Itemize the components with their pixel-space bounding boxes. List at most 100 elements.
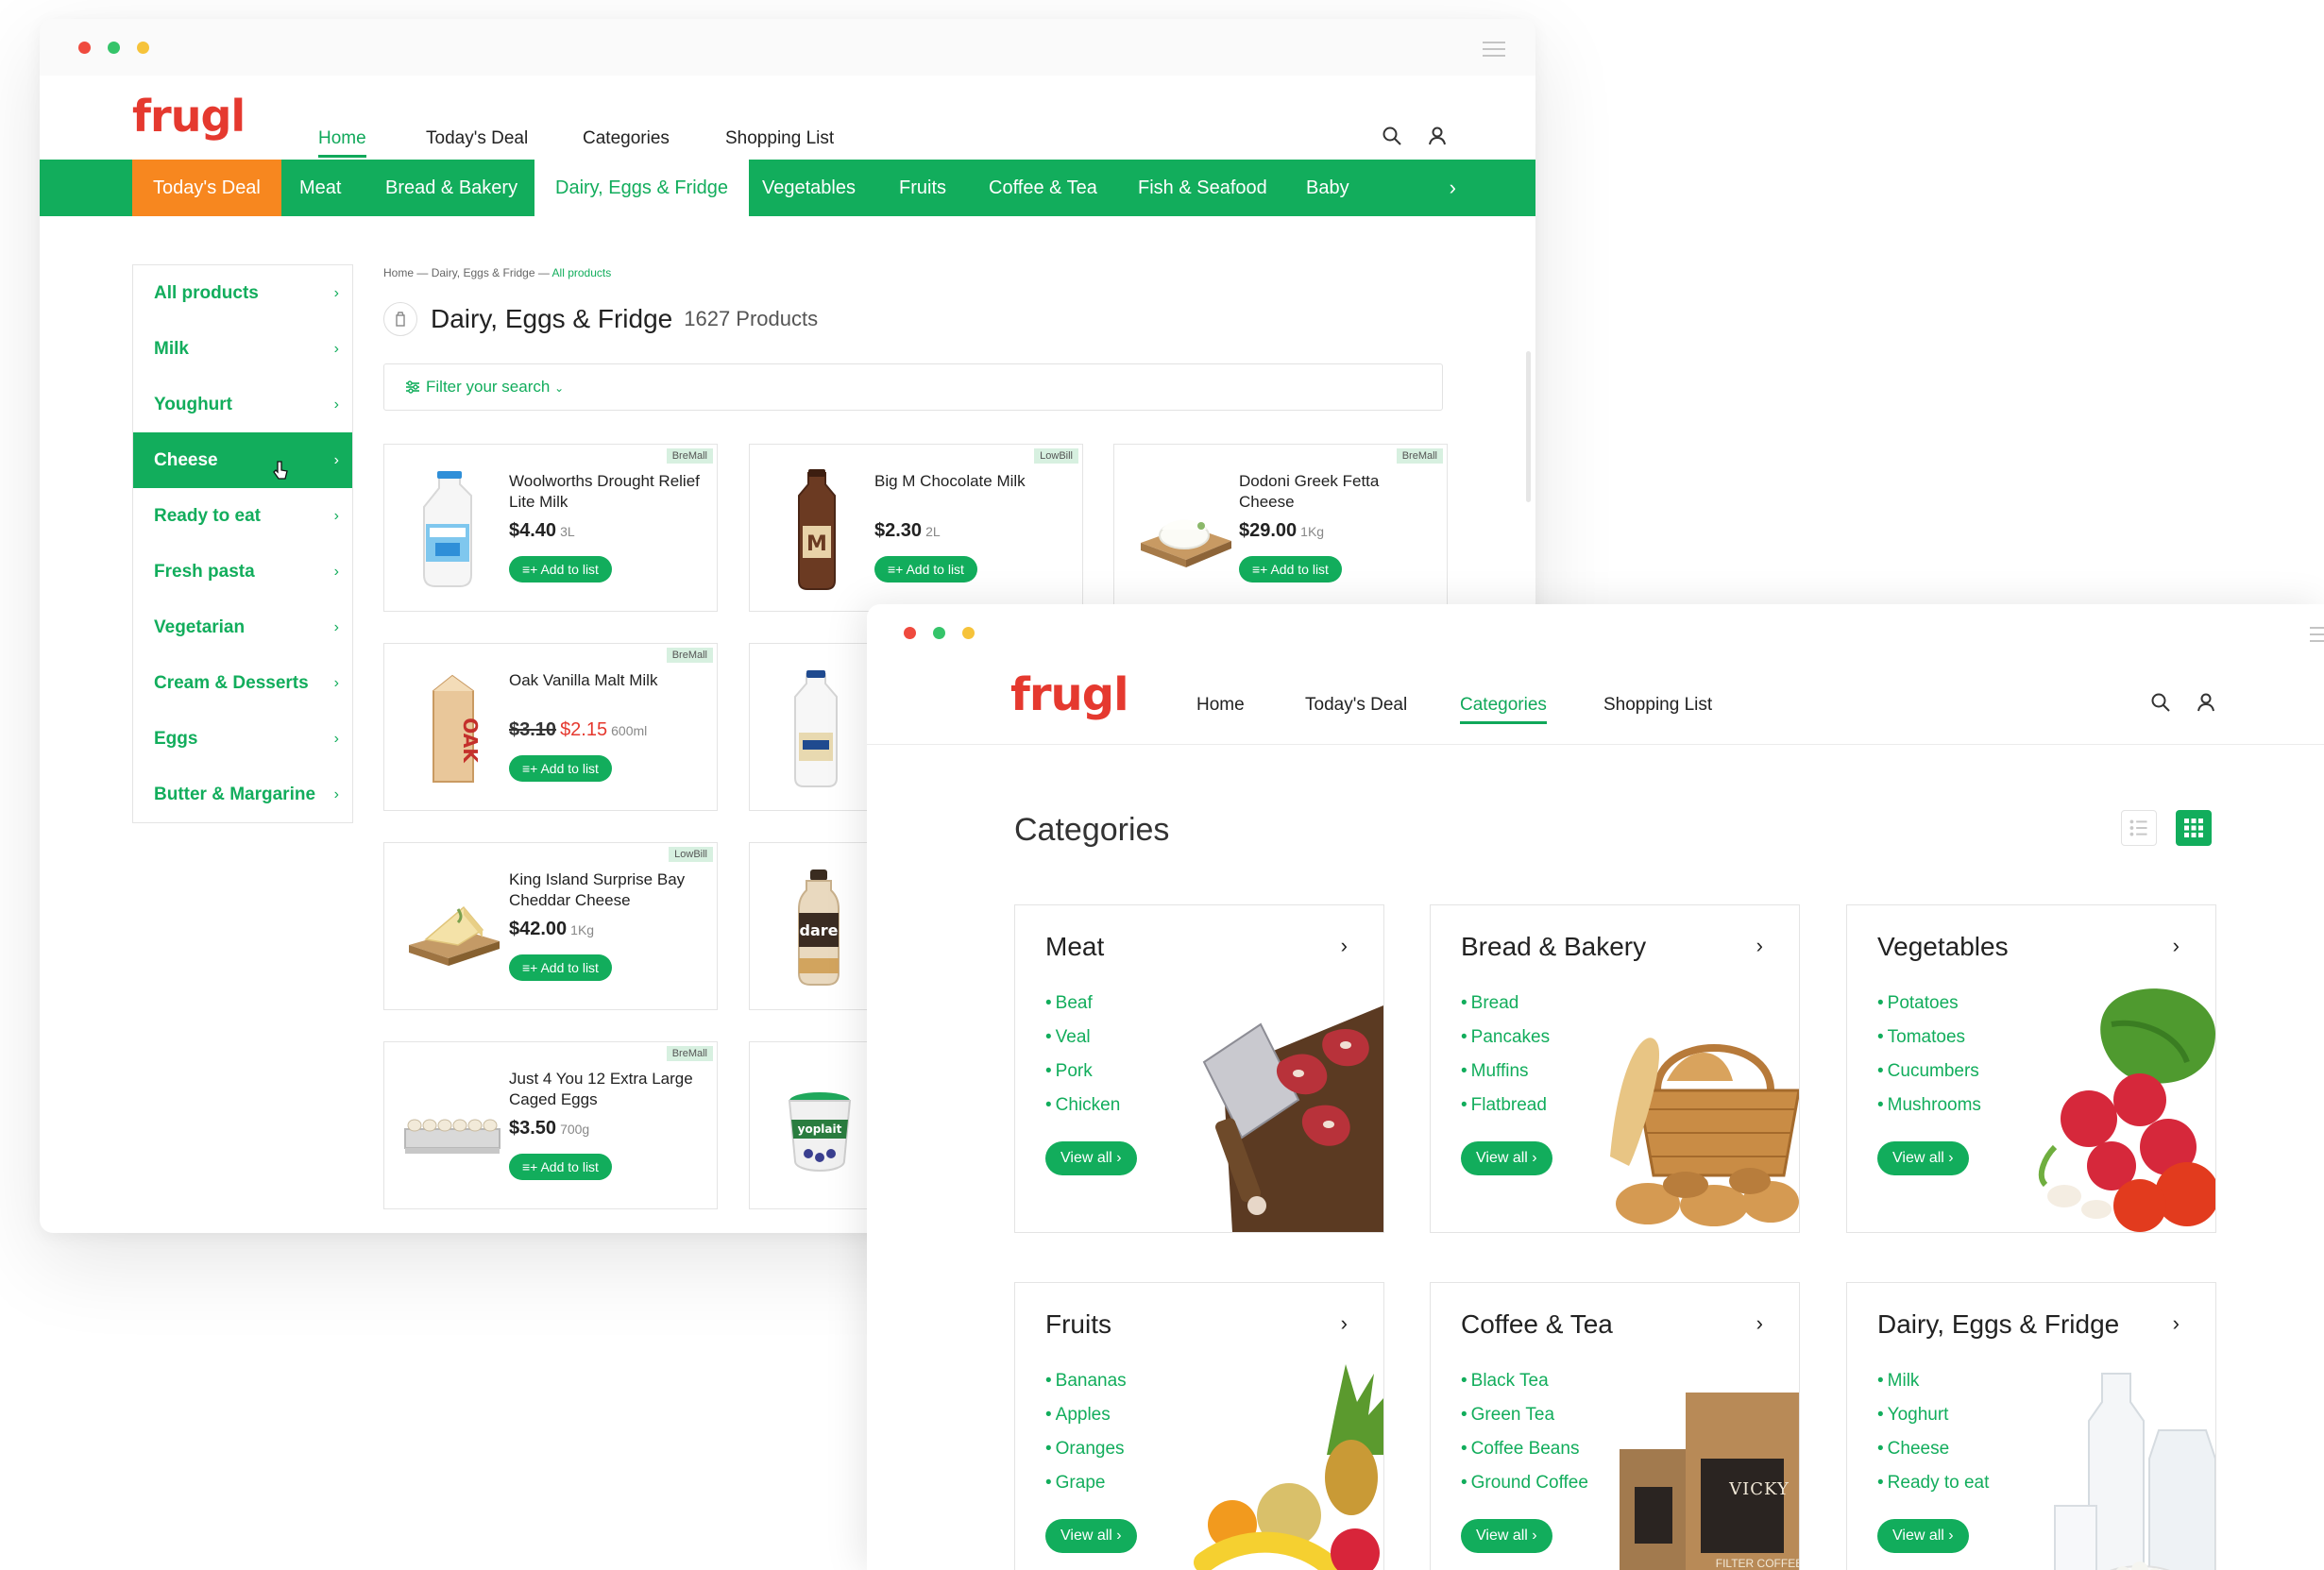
sidebar-item-eggs[interactable]: Eggs › (133, 711, 352, 767)
sidebar-item-vegetarian[interactable]: Vegetarian › (133, 599, 352, 655)
product-card[interactable]: BreMall Dodoni Greek Fetta Cheese $29.00… (1113, 444, 1448, 612)
subcategory-link[interactable]: Black Tea (1461, 1364, 1588, 1398)
chevron-right-icon[interactable]: › (1450, 160, 1456, 216)
user-icon[interactable] (1426, 125, 1449, 147)
product-name[interactable]: King Island Surprise Bay Cheddar Cheese (509, 869, 704, 911)
product-name[interactable]: Big M Chocolate Milk (874, 471, 1069, 492)
breadcrumb-section[interactable]: Dairy, Eggs & Fridge (432, 266, 535, 279)
add-to-list-button[interactable]: ≡+ Add to list (509, 954, 612, 981)
add-to-list-button[interactable]: ≡+ Add to list (509, 556, 612, 582)
nav-todays-deal[interactable]: Today's Deal (426, 128, 528, 149)
minimize-window-dot[interactable] (108, 42, 120, 54)
add-to-list-button[interactable]: ≡+ Add to list (874, 556, 977, 582)
nav-todays-deal[interactable]: Today's Deal (1305, 695, 1407, 716)
nav-home[interactable]: Home (318, 128, 366, 158)
menu-icon[interactable] (1483, 42, 1505, 61)
product-card[interactable]: LowBill M Big M Chocolate Milk $2.30 2L ≡… (749, 444, 1083, 612)
frugl-logo[interactable]: frugl (1010, 668, 1129, 721)
sidebar-item-cream-desserts[interactable]: Cream & Desserts › (133, 655, 352, 711)
category-card-coffee-tea[interactable]: Coffee & Tea › Black Tea Green Tea Coffe… (1430, 1282, 1800, 1570)
subcategory-link[interactable]: Bananas (1045, 1364, 1127, 1398)
subcategory-link[interactable]: Grape (1045, 1466, 1127, 1500)
sidebar-item-youghurt[interactable]: Youghurt › (133, 377, 352, 432)
subcategory-link[interactable]: Milk (1877, 1364, 1989, 1398)
category-bread-bakery[interactable]: Bread & Bakery (365, 160, 538, 216)
subcategory-link[interactable]: Pork (1045, 1055, 1120, 1089)
nav-categories[interactable]: Categories (583, 128, 670, 149)
category-card-meat[interactable]: Meat › Beaf Veal Pork Chicken View all › (1014, 904, 1384, 1233)
chevron-right-icon[interactable]: › (2173, 1311, 2180, 1336)
category-title[interactable]: Meat (1045, 932, 1104, 962)
view-all-button[interactable]: View all › (1045, 1141, 1137, 1175)
product-name[interactable]: Dodoni Greek Fetta Cheese (1239, 471, 1433, 513)
chevron-right-icon[interactable]: › (1756, 1311, 1763, 1336)
close-window-dot[interactable] (904, 627, 916, 639)
product-card[interactable]: LowBill King Island Surprise Bay Cheddar… (383, 842, 718, 1010)
category-dairy-eggs-fridge[interactable]: Dairy, Eggs & Fridge (534, 160, 750, 216)
subcategory-link[interactable]: Ground Coffee (1461, 1466, 1588, 1500)
filter-bar[interactable]: Filter your search ⌄ (383, 363, 1443, 411)
subcategory-link[interactable]: Coffee Beans (1461, 1432, 1588, 1466)
frugl-logo[interactable]: frugl (132, 91, 246, 142)
sidebar-item-ready-to-eat[interactable]: Ready to eat › (133, 488, 352, 544)
close-window-dot[interactable] (78, 42, 91, 54)
subcategory-link[interactable]: Muffins (1461, 1055, 1550, 1089)
scrollbar[interactable] (1526, 351, 1531, 502)
product-name[interactable]: Just 4 You 12 Extra Large Caged Eggs (509, 1069, 704, 1110)
category-todays-deal[interactable]: Today's Deal (132, 160, 281, 216)
subcategory-link[interactable]: Chicken (1045, 1089, 1121, 1123)
minimize-window-dot[interactable] (933, 627, 945, 639)
category-title[interactable]: Fruits (1045, 1309, 1111, 1340)
subcategory-link[interactable]: Cheese (1877, 1432, 1989, 1466)
chevron-right-icon[interactable]: › (2173, 934, 2180, 958)
view-all-button[interactable]: View all › (1461, 1141, 1552, 1175)
sidebar-item-cheese[interactable]: Cheese › (133, 432, 352, 488)
nav-shopping-list[interactable]: Shopping List (725, 128, 834, 149)
menu-icon[interactable] (2310, 627, 2324, 647)
view-all-button[interactable]: View all › (1045, 1519, 1137, 1553)
product-card[interactable]: BreMall Just 4 You 12 Extra Large Caged … (383, 1041, 718, 1209)
view-all-button[interactable]: View all › (1461, 1519, 1552, 1553)
sidebar-item-milk[interactable]: Milk › (133, 321, 352, 377)
subcategory-link[interactable]: Oranges (1045, 1432, 1127, 1466)
view-all-button[interactable]: View all › (1877, 1141, 1969, 1175)
category-card-dairy-eggs-fridge[interactable]: Dairy, Eggs & Fridge › Milk Yoghurt Chee… (1846, 1282, 2216, 1570)
category-fruits[interactable]: Fruits (878, 160, 967, 216)
subcategory-link[interactable]: Veal (1045, 1021, 1120, 1055)
chevron-right-icon[interactable]: › (1341, 1311, 1348, 1336)
nav-home[interactable]: Home (1196, 695, 1245, 716)
category-card-fruits[interactable]: Fruits › Bananas Apples Oranges Grape Vi… (1014, 1282, 1384, 1570)
subcategory-link[interactable]: Green Tea (1461, 1398, 1588, 1432)
subcategory-link[interactable]: Apples (1045, 1398, 1127, 1432)
product-name[interactable]: Woolworths Drought Relief Lite Milk (509, 471, 704, 513)
subcategory-link[interactable]: Yoghurt (1877, 1398, 1989, 1432)
product-card[interactable]: BreMall Woolworths Drought Relief Lite M… (383, 444, 718, 612)
search-icon[interactable] (2149, 691, 2172, 714)
add-to-list-button[interactable]: ≡+ Add to list (509, 755, 612, 782)
sidebar-item-fresh-pasta[interactable]: Fresh pasta › (133, 544, 352, 599)
subcategory-link[interactable]: Potatoes (1877, 987, 1981, 1021)
subcategory-link[interactable]: Mushrooms (1877, 1089, 1981, 1123)
subcategory-link[interactable]: Ready to eat (1877, 1466, 1990, 1500)
product-card[interactable]: BreMall OAK Oak Vanilla Malt Milk $3.10 $… (383, 643, 718, 811)
subcategory-link[interactable]: Bread (1461, 987, 1550, 1021)
subcategory-link[interactable]: Beaf (1045, 987, 1120, 1021)
grid-view-icon[interactable] (2176, 810, 2212, 846)
sidebar-item-all-products[interactable]: All products › (133, 265, 352, 321)
filter-toggle[interactable]: Filter your search ⌄ (405, 378, 564, 397)
nav-shopping-list[interactable]: Shopping List (1603, 695, 1712, 716)
user-icon[interactable] (2195, 691, 2217, 714)
category-card-bread-bakery[interactable]: Bread & Bakery › Bread Pancakes Muffins … (1430, 904, 1800, 1233)
category-meat[interactable]: Meat (279, 160, 362, 216)
add-to-list-button[interactable]: ≡+ Add to list (1239, 556, 1342, 582)
subcategory-link[interactable]: Tomatoes (1877, 1021, 1981, 1055)
add-to-list-button[interactable]: ≡+ Add to list (509, 1154, 612, 1180)
subcategory-link[interactable]: Flatbread (1461, 1089, 1550, 1123)
category-card-vegetables[interactable]: Vegetables › Potatoes Tomatoes Cucumbers… (1846, 904, 2216, 1233)
maximize-window-dot[interactable] (137, 42, 149, 54)
category-vegetables[interactable]: Vegetables (741, 160, 876, 216)
nav-categories[interactable]: Categories (1460, 695, 1547, 724)
category-fish-seafood[interactable]: Fish & Seafood (1117, 160, 1288, 216)
list-view-icon[interactable] (2121, 810, 2157, 846)
sidebar-item-butter-margarine[interactable]: Butter & Margarine › (133, 767, 352, 822)
